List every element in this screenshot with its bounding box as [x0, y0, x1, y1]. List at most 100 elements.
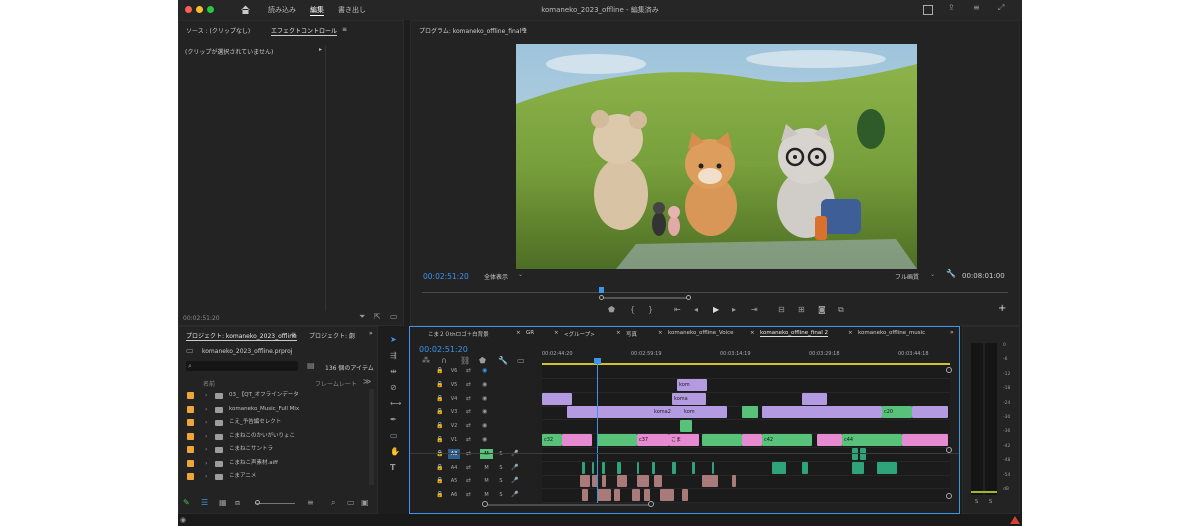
- column-framerate-header[interactable]: フレームレート: [315, 379, 357, 388]
- list-item[interactable]: › こまアニメ: [179, 470, 369, 483]
- lock-icon[interactable]: 🔒: [436, 477, 443, 485]
- microphone-icon[interactable]: 🎤: [511, 491, 518, 499]
- program-timecode[interactable]: 00:02:51:20: [423, 272, 469, 281]
- sort-icon[interactable]: ≡: [307, 499, 314, 507]
- timeline-clip[interactable]: [877, 461, 897, 474]
- timeline-clip[interactable]: [802, 461, 808, 474]
- sync-lock-icon[interactable]: ⇄: [466, 381, 471, 389]
- add-marker-icon[interactable]: ⬟: [479, 357, 486, 365]
- overwrite-icon[interactable]: ⊞: [798, 306, 805, 314]
- new-bin-icon[interactable]: ▭: [347, 499, 355, 507]
- list-item[interactable]: › komaneko_Music_Full Mix: [179, 403, 369, 416]
- timeline-clip[interactable]: [582, 489, 588, 502]
- add-button-icon[interactable]: +: [998, 304, 1006, 314]
- vertical-scroll-handle-bottom[interactable]: [946, 493, 952, 499]
- track-label[interactable]: V4: [448, 394, 460, 404]
- chevron-right-icon[interactable]: ›: [205, 470, 207, 483]
- timeline-clip[interactable]: c37: [637, 434, 669, 446]
- timeline-clip[interactable]: [632, 489, 640, 502]
- tab-sequence[interactable]: GR: [526, 330, 534, 336]
- timeline-clip[interactable]: [702, 434, 742, 446]
- export-frame-icon[interactable]: ⇱: [374, 313, 381, 321]
- sync-lock-icon[interactable]: ⇄: [466, 367, 471, 375]
- expand-icon[interactable]: ▸: [319, 46, 322, 53]
- tab-sequence[interactable]: こま２０thロゴ＋白背景: [428, 330, 489, 338]
- eye-icon[interactable]: ◉: [482, 367, 487, 375]
- eye-icon[interactable]: ◉: [482, 395, 487, 403]
- track-label[interactable]: V2: [448, 421, 460, 431]
- timeline-clip[interactable]: [817, 434, 842, 446]
- chevron-right-icon[interactable]: ›: [205, 389, 207, 402]
- track-select-icon[interactable]: ⇶: [390, 352, 397, 360]
- hand-tool-icon[interactable]: ✋: [390, 448, 400, 456]
- program-monitor-tab[interactable]: プログラム: komaneko_offline_final 2: [419, 26, 527, 35]
- close-tab-icon[interactable]: ×: [750, 330, 755, 336]
- microphone-icon[interactable]: 🎤: [511, 477, 518, 485]
- wrench-icon[interactable]: 🔧: [946, 270, 956, 278]
- scroll-handle-left[interactable]: [599, 295, 604, 300]
- scroll-handle-right[interactable]: [648, 501, 654, 507]
- timeline-clip[interactable]: c32: [542, 434, 562, 446]
- nest-icon[interactable]: ⁂: [422, 357, 430, 365]
- quality-dropdown[interactable]: フル画質: [895, 272, 919, 281]
- chevron-right-icon[interactable]: ›: [205, 403, 207, 416]
- ripple-edit-icon[interactable]: ⇹: [390, 368, 397, 376]
- tab-sequence[interactable]: <グループ>: [564, 330, 595, 338]
- solo-button[interactable]: S: [496, 476, 506, 486]
- tab-sequence[interactable]: 写真: [626, 330, 637, 338]
- wrench-icon[interactable]: 🔧: [498, 357, 508, 365]
- timeline-clip[interactable]: kom: [682, 406, 710, 419]
- camera-icon[interactable]: ◙: [818, 306, 826, 314]
- tab-project-main[interactable]: プロジェクト: komaneko_2023_offline: [186, 331, 297, 341]
- mute-button[interactable]: M: [480, 476, 493, 486]
- chevron-right-icon[interactable]: ›: [205, 457, 207, 470]
- project-scrollbar[interactable]: [369, 389, 374, 485]
- timeline-clip[interactable]: こま: [669, 434, 699, 446]
- track-label[interactable]: A5: [448, 476, 460, 486]
- timeline-clip[interactable]: [654, 475, 662, 488]
- type-tool-icon[interactable]: T: [390, 464, 395, 472]
- solo-button[interactable]: S: [496, 490, 506, 500]
- timeline-clip[interactable]: [597, 489, 611, 502]
- track-label[interactable]: V6: [448, 366, 460, 376]
- playhead[interactable]: [599, 287, 604, 293]
- linked-selection-icon[interactable]: ⛓: [460, 357, 470, 365]
- razor-icon[interactable]: ⊘: [390, 384, 397, 392]
- timeline-clip[interactable]: [732, 475, 736, 488]
- new-bin-icon[interactable]: ▤: [307, 362, 315, 370]
- playhead-line[interactable]: [597, 359, 598, 503]
- play-icon[interactable]: ▶: [713, 306, 719, 314]
- timeline-clip[interactable]: [602, 461, 605, 474]
- comparison-view-icon[interactable]: ⧉: [838, 306, 844, 314]
- column-menu-icon[interactable]: ≫: [363, 378, 371, 386]
- close-tab-icon[interactable]: ×: [516, 330, 521, 336]
- panel-menu-icon[interactable]: ≡: [291, 331, 296, 338]
- list-view-icon[interactable]: ☰: [201, 499, 208, 507]
- warning-icon[interactable]: [1010, 516, 1020, 524]
- timeline-clip[interactable]: [614, 489, 620, 502]
- track-label[interactable]: V5: [448, 380, 460, 390]
- tab-project-secondary[interactable]: プロジェクト: 劇: [309, 331, 355, 340]
- eye-icon[interactable]: ◉: [482, 408, 487, 416]
- timeline-clip[interactable]: [852, 461, 864, 474]
- sync-lock-icon[interactable]: ⇄: [466, 477, 471, 485]
- microphone-icon[interactable]: 🎤: [511, 464, 518, 472]
- close-tab-icon[interactable]: ×: [848, 330, 853, 336]
- zoom-slider[interactable]: [255, 503, 295, 504]
- timeline-clip[interactable]: [712, 461, 714, 474]
- timeline-clip[interactable]: koma2: [652, 406, 682, 419]
- timeline-clip[interactable]: c44: [842, 434, 902, 446]
- timeline-clip[interactable]: [742, 406, 758, 419]
- fit-dropdown[interactable]: 全体表示: [484, 272, 508, 281]
- timeline-clip[interactable]: [644, 489, 650, 502]
- timeline-clip[interactable]: [580, 475, 590, 488]
- program-time-ruler[interactable]: [422, 292, 1008, 293]
- timeline-clip[interactable]: [762, 406, 882, 419]
- timeline-clip[interactable]: [902, 434, 948, 446]
- timeline-clip[interactable]: c42: [762, 434, 812, 446]
- search-input[interactable]: [186, 361, 298, 371]
- chevron-right-icon[interactable]: ›: [205, 443, 207, 456]
- eye-icon[interactable]: ◉: [482, 436, 487, 444]
- mark-out-icon[interactable]: }: [648, 306, 653, 314]
- settings-icon[interactable]: ≡: [973, 4, 980, 12]
